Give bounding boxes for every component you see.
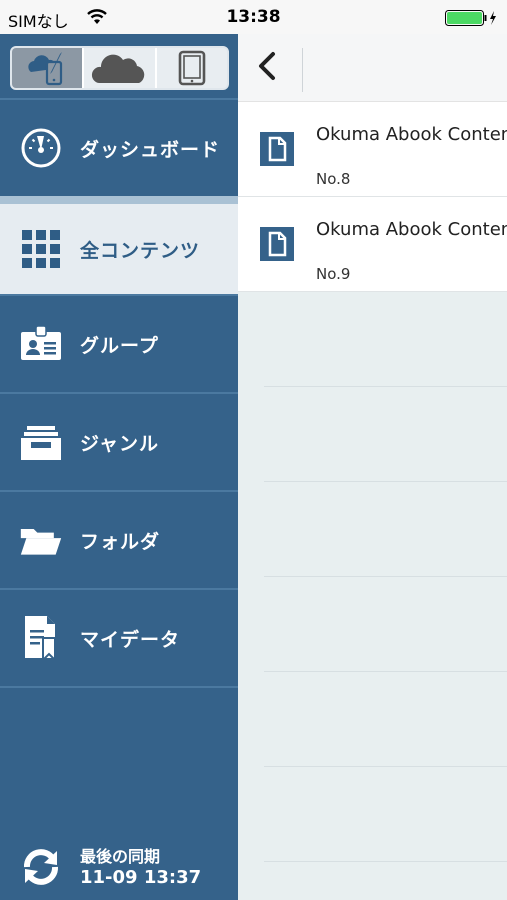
device-cloud-sync-icon [28, 52, 63, 86]
list-item[interactable]: Okuma Abook Contents No.8 [238, 102, 507, 197]
menu-divider [0, 686, 238, 688]
segment-device-sync[interactable] [12, 48, 85, 88]
item-title: Okuma Abook Contents [316, 124, 507, 145]
sync-icon [24, 849, 58, 885]
segment-tablet[interactable] [157, 48, 227, 88]
menu-label-my-data: マイデータ [80, 628, 181, 651]
menu-item-all-contents[interactable]: 全コンテンツ [0, 196, 238, 294]
empty-row-divider [264, 671, 507, 672]
item-number: No.8 [316, 170, 351, 188]
document-icon [260, 132, 294, 166]
sync-date: 11-09 13:37 [80, 867, 202, 888]
menu-label-folder: フォルダ [80, 530, 161, 553]
menu-item-genre[interactable]: ジャンル [0, 392, 238, 490]
sync-text: 最後の同期 11-09 13:37 [80, 846, 201, 888]
document-icon [260, 227, 294, 261]
empty-row-divider [264, 386, 507, 387]
menu-label-group: グループ [80, 334, 159, 357]
empty-row-divider [264, 576, 507, 577]
menu-item-folder[interactable]: フォルダ [0, 490, 238, 588]
empty-row-divider [264, 766, 507, 767]
battery-charging-icon [445, 10, 496, 26]
item-number: No.9 [316, 265, 351, 283]
sync-area[interactable]: 最後の同期 11-09 13:37 [0, 837, 238, 897]
menu-label-dashboard: ダッシュボード [80, 138, 221, 161]
grid-icon [19, 227, 63, 271]
chevron-left-icon[interactable] [256, 50, 278, 82]
id-badge-icon [19, 322, 63, 366]
sync-label: 最後の同期 [80, 847, 161, 866]
menu-item-my-data[interactable]: マイデータ [0, 588, 238, 686]
menu-item-dashboard[interactable]: ダッシュボード [0, 98, 238, 196]
menu-list: ダッシュボード 全コンテンツ グループ ジャンル フォルダ マイデータ [0, 98, 238, 688]
item-title: Okuma Abook Contents [316, 219, 507, 240]
folder-icon [19, 518, 63, 562]
empty-row-divider [264, 861, 507, 862]
status-bar: SIMなし 13:38 [0, 0, 507, 34]
list-item[interactable]: Okuma Abook Contents No.9 [238, 197, 507, 292]
dashboard-gauge-icon [19, 126, 63, 170]
menu-label-genre: ジャンル [80, 432, 160, 455]
cloud-icon [92, 54, 145, 83]
menu-item-group[interactable]: グループ [0, 294, 238, 392]
content-list: Okuma Abook Contents No.8 Okuma Abook Co… [238, 102, 507, 900]
header-divider [302, 48, 303, 92]
empty-row-divider [264, 481, 507, 482]
bookmark-document-icon [19, 616, 63, 662]
tray-icon [19, 420, 63, 464]
segment-cloud[interactable] [84, 48, 157, 88]
source-segmented-control [10, 46, 229, 90]
status-time: 13:38 [226, 7, 281, 27]
content-header [238, 34, 507, 102]
sidebar: ダッシュボード 全コンテンツ グループ ジャンル フォルダ マイデータ 最後の同… [0, 34, 238, 900]
menu-label-all-contents: 全コンテンツ [80, 239, 201, 262]
tablet-icon [178, 50, 206, 86]
